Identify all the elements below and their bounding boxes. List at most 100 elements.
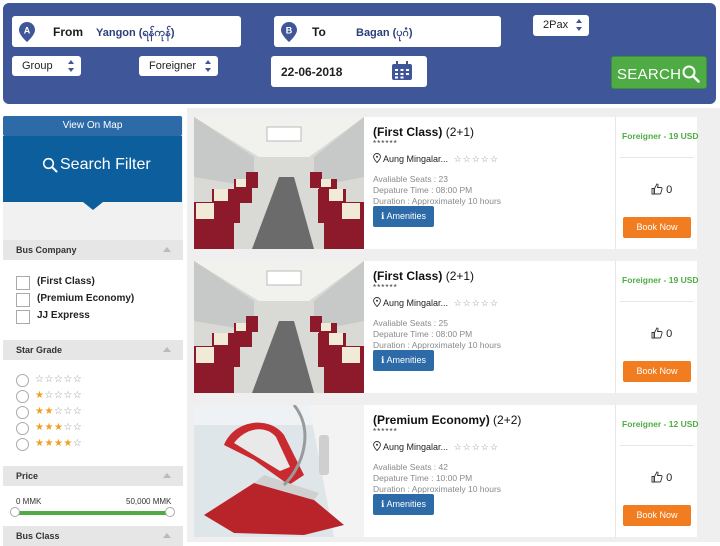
rating-dots: ****** — [373, 283, 398, 292]
available-seats: Avaliable Seats : 25 — [373, 318, 448, 328]
bus-company-label: (Premium Economy) — [37, 293, 135, 304]
to-field[interactable]: B To Bagan (ပုဂံ) — [274, 16, 501, 47]
bus-result-card: (Premium Economy) (2+2) ****** Aung Ming… — [194, 405, 699, 537]
fare-price: Foreigner - 19 USD — [622, 275, 699, 285]
svg-text:A: A — [24, 26, 31, 36]
like-count: 0 — [666, 472, 673, 484]
star-grade-section-header[interactable]: Star Grade — [3, 340, 183, 360]
radio-button[interactable] — [16, 374, 29, 387]
like-button[interactable]: 0 — [651, 183, 672, 196]
svg-text:B: B — [286, 26, 293, 36]
date-value: 22-06-2018 — [281, 65, 343, 79]
date-field[interactable]: 22-06-2018 — [271, 56, 427, 87]
bus-company-title: Bus Company — [16, 245, 77, 255]
bus-company-label: JJ Express — [37, 310, 90, 321]
select-arrows-icon — [576, 19, 582, 31]
results-list: (First Class) (2+1) ****** Aung Mingalar… — [187, 108, 720, 542]
info-icon: ℹ — [381, 355, 385, 365]
price-max-handle[interactable] — [165, 507, 175, 517]
bus-title: (First Class) (2+1) — [373, 125, 475, 139]
star-rating: ☆☆☆☆☆ — [35, 374, 83, 385]
bus-interior-image — [194, 117, 364, 249]
price-section-header[interactable]: Price — [3, 466, 183, 486]
thumbs-up-icon — [651, 183, 663, 195]
book-now-button[interactable]: Book Now — [623, 505, 691, 526]
book-now-button[interactable]: Book Now — [623, 217, 691, 238]
group-select[interactable]: Group — [12, 56, 81, 76]
search-button[interactable]: SEARCH — [611, 56, 707, 89]
search-button-label: SEARCH — [617, 66, 682, 83]
price-slider-track[interactable] — [15, 511, 173, 515]
like-button[interactable]: 0 — [651, 471, 672, 484]
star-rating: ☆☆☆☆☆ — [453, 442, 499, 452]
search-bar: A From Yangon (ရန်ကုန်) B To Bagan (ပုဂံ… — [3, 3, 716, 104]
star-rating: ★★★★☆ — [35, 438, 83, 449]
thumbs-up-icon — [651, 327, 663, 339]
rating-dots: ****** — [373, 427, 398, 436]
pax-value: 2Pax — [543, 19, 569, 31]
radio-button[interactable] — [16, 390, 29, 403]
location-text: Aung Mingalar... — [383, 442, 449, 452]
checkbox[interactable] — [16, 310, 30, 324]
bus-result-card: (First Class) (2+1) ****** Aung Mingalar… — [194, 261, 699, 393]
bus-interior-image — [194, 261, 364, 393]
bus-title: (First Class) (2+1) — [373, 269, 475, 283]
like-button[interactable]: 0 — [651, 327, 672, 340]
radio-button[interactable] — [16, 438, 29, 451]
star-rating: ★☆☆☆☆ — [35, 390, 83, 401]
departure-time: Depature Time : 08:00 PM — [373, 185, 473, 195]
bus-company-options: (First Class) (Premium Economy) JJ Expre… — [3, 260, 183, 340]
info-icon: ℹ — [381, 499, 385, 509]
to-value: Bagan (ပုဂံ) — [356, 27, 413, 39]
star-grade-title: Star Grade — [16, 345, 63, 355]
caret-up-icon — [163, 473, 171, 478]
checkbox[interactable] — [16, 276, 30, 290]
price-panel: Foreigner - 19 USD 0 Book Now — [615, 117, 699, 249]
book-now-button[interactable]: Book Now — [623, 361, 691, 382]
rating-dots: ****** — [373, 139, 398, 148]
available-seats: Avaliable Seats : 23 — [373, 174, 448, 184]
location: Aung Mingalar... ☆☆☆☆☆ — [373, 153, 499, 165]
filter-sidebar: View On Map Search Filter Bus Company (F… — [3, 116, 183, 546]
price-panel: Foreigner - 19 USD 0 Book Now — [615, 261, 699, 393]
duration: Duration : Approximately 10 hours — [373, 196, 502, 206]
bus-class-title: Bus Class — [16, 531, 60, 541]
map-pin-icon — [373, 441, 381, 451]
search-filter-header: Search Filter — [3, 136, 182, 210]
star-rating: ★★★☆☆ — [35, 422, 83, 433]
to-pin-icon: B — [281, 22, 297, 42]
star-rating: ☆☆☆☆☆ — [453, 298, 499, 308]
nationality-select[interactable]: Foreigner — [139, 56, 218, 76]
checkbox[interactable] — [16, 293, 30, 307]
price-min-handle[interactable] — [10, 507, 20, 517]
from-field[interactable]: A From Yangon (ရန်ကုန်) — [12, 16, 241, 47]
price-panel: Foreigner - 12 USD 0 Book Now — [615, 405, 699, 537]
available-seats: Avaliable Seats : 42 — [373, 462, 448, 472]
view-on-map-button[interactable]: View On Map — [3, 116, 182, 136]
pax-select[interactable]: 2Pax — [533, 15, 589, 36]
star-grade-options: ☆☆☆☆☆ ★☆☆☆☆ ★★☆☆☆ ★★★☆☆ ★★★★☆ — [3, 360, 183, 466]
bus-class-section-header[interactable]: Bus Class — [3, 526, 183, 546]
like-count: 0 — [666, 184, 673, 196]
to-label: To — [312, 25, 326, 39]
bus-seat-image — [194, 405, 364, 537]
select-arrows-icon — [68, 60, 74, 72]
radio-button[interactable] — [16, 406, 29, 419]
nationality-value: Foreigner — [149, 60, 197, 72]
group-value: Group — [22, 60, 53, 72]
radio-button[interactable] — [16, 422, 29, 435]
amenities-button[interactable]: ℹ Amenities — [373, 494, 434, 515]
location: Aung Mingalar... ☆☆☆☆☆ — [373, 297, 499, 309]
bus-company-section-header[interactable]: Bus Company — [3, 240, 183, 260]
location-text: Aung Mingalar... — [383, 154, 449, 164]
select-arrows-icon — [205, 60, 211, 72]
search-icon — [682, 65, 700, 83]
calendar-icon[interactable] — [391, 61, 413, 81]
bus-company-label: (First Class) — [37, 276, 95, 287]
amenities-button[interactable]: ℹ Amenities — [373, 206, 434, 227]
amenities-button[interactable]: ℹ Amenities — [373, 350, 434, 371]
duration: Duration : Approximately 10 hours — [373, 340, 502, 350]
bus-title: (Premium Economy) (2+2) — [373, 413, 522, 427]
price-range-slider: 0 MMK 50,000 MMK — [3, 486, 183, 526]
location: Aung Mingalar... ☆☆☆☆☆ — [373, 441, 499, 453]
